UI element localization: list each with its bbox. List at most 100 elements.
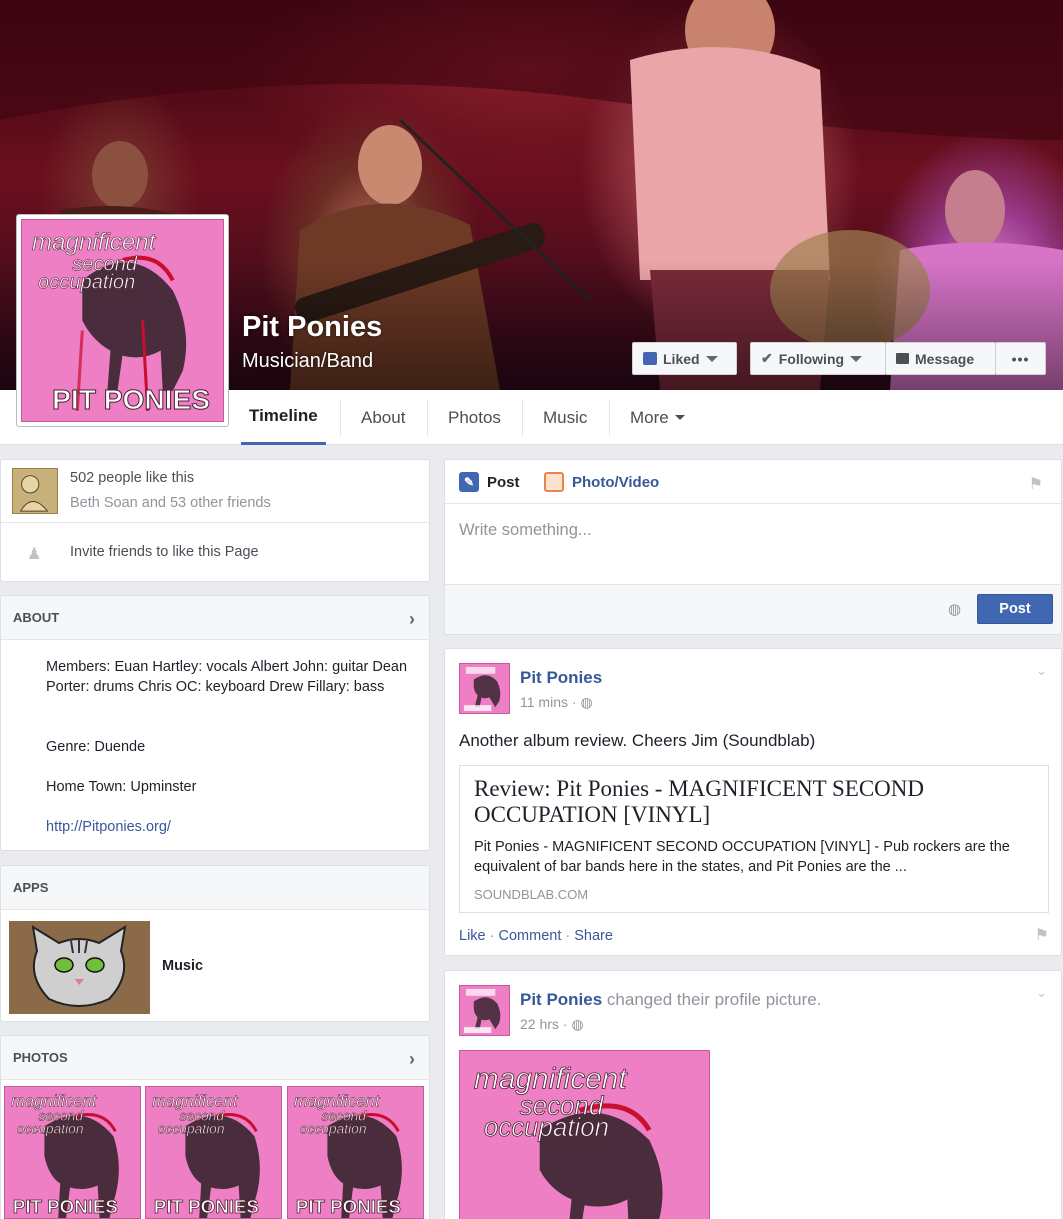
composer-post-tab[interactable]: ✎ Post xyxy=(459,472,520,492)
new-profile-picture[interactable]: magnificent second occupation xyxy=(459,1050,710,1219)
more-dots-icon: ••• xyxy=(1011,350,1030,367)
link-preview[interactable]: Review: Pit Ponies - MAGNIFICENT SECOND … xyxy=(459,765,1049,913)
like-count[interactable]: 502 people like this xyxy=(70,470,194,486)
members-text: Members: Euan Hartley: vocals Albert Joh… xyxy=(46,659,408,695)
album-line3: occupation xyxy=(484,1114,609,1142)
page-category[interactable]: Musician/Band xyxy=(242,350,373,373)
following-button[interactable]: ✔ Following xyxy=(750,342,886,375)
flag-icon[interactable]: ⚑ xyxy=(1029,474,1043,494)
share-link[interactable]: Share xyxy=(574,928,613,944)
photo-icon xyxy=(544,472,564,492)
friends-like-text[interactable]: Beth Soan and 53 other friends xyxy=(70,495,271,511)
tab-more-label: More xyxy=(630,407,669,427)
chevron-down-icon[interactable]: ⌄ xyxy=(1036,985,1047,1001)
album-art: magnificent second occupation PIT PONIES xyxy=(21,219,224,422)
cat-icon xyxy=(9,921,150,1014)
thumbs-up-icon xyxy=(643,352,657,365)
website-link[interactable]: http://Pitponies.org/ xyxy=(46,819,171,835)
apps-title: APPS xyxy=(13,880,49,895)
chevron-down-icon[interactable]: ⌄ xyxy=(1036,663,1047,679)
about-website: ◍ http://Pitponies.org/ xyxy=(1,817,171,837)
post-text: Another album review. Cheers Jim (Soundb… xyxy=(459,731,816,750)
chevron-right-icon[interactable]: › xyxy=(409,1049,415,1070)
message-button[interactable]: Message xyxy=(885,342,996,375)
profile-picture[interactable]: magnificent second occupation PIT PONIES xyxy=(16,214,229,427)
photo-thumbnail[interactable]: magnificent second occupation PIT PONIES xyxy=(4,1086,141,1219)
photo-tab-label: Photo/Video xyxy=(572,473,660,491)
composer-input[interactable]: Write something... xyxy=(459,521,592,540)
about-genre: i Genre: Duende xyxy=(1,737,145,757)
like-link[interactable]: Like xyxy=(459,928,486,944)
photo-thumbnail[interactable]: magnificent second occupation PIT PONIES xyxy=(287,1086,424,1219)
post-author-avatar[interactable] xyxy=(459,985,510,1036)
comment-link[interactable]: Comment xyxy=(499,928,562,944)
composer-photo-tab[interactable]: Photo/Video xyxy=(544,472,659,492)
tab-about[interactable]: About xyxy=(353,390,413,445)
album-band: PIT PONIES xyxy=(52,384,210,415)
album-band: PIT PONIES xyxy=(154,1196,259,1217)
globe-icon: ◍ xyxy=(571,1016,584,1032)
flag-icon[interactable]: ⚑ xyxy=(1035,925,1049,945)
album-line3: occupation xyxy=(158,1121,225,1136)
album-line3: occupation xyxy=(17,1121,84,1136)
post-card: Pit Ponies changed their profile picture… xyxy=(444,970,1062,1219)
photos-title: PHOTOS xyxy=(13,1050,68,1065)
post-tab-label: Post xyxy=(487,473,520,491)
post-time: 11 mins xyxy=(520,694,568,710)
globe-icon: ◍ xyxy=(580,694,593,710)
liked-button[interactable]: Liked xyxy=(632,342,737,375)
message-label: Message xyxy=(915,350,975,367)
music-app-thumbnail[interactable] xyxy=(9,921,150,1014)
tab-more[interactable]: More xyxy=(622,390,693,445)
tab-timeline[interactable]: Timeline xyxy=(241,390,326,445)
friend-avatar[interactable] xyxy=(12,468,58,514)
hometown-text: Home Town: Upminster xyxy=(46,779,197,795)
post-time: 22 hrs xyxy=(520,1016,559,1032)
invite-friends-link[interactable]: Invite friends to like this Page xyxy=(70,544,259,560)
about-header[interactable]: ABOUT › xyxy=(1,596,429,640)
post-timestamp[interactable]: 11 mins · ◍ xyxy=(520,694,593,711)
following-label: Following xyxy=(778,350,845,367)
tab-photos[interactable]: Photos xyxy=(440,390,509,445)
post-author-name[interactable]: Pit Ponies xyxy=(520,990,602,1009)
audience-globe-icon[interactable]: ◍ xyxy=(948,600,961,618)
apps-card: APPS Music xyxy=(0,865,430,1022)
chevron-down-icon xyxy=(850,355,863,362)
chevron-down-icon xyxy=(705,355,718,362)
apps-header: APPS xyxy=(1,866,429,910)
post-timestamp[interactable]: 22 hrs · ◍ xyxy=(520,1016,584,1033)
likes-card: 502 people like this Beth Soan and 53 ot… xyxy=(0,459,430,582)
more-options-button[interactable]: ••• xyxy=(995,342,1046,375)
chevron-down-icon xyxy=(674,415,685,420)
page-title[interactable]: Pit Ponies xyxy=(242,311,382,344)
post-actions: Like · Comment · Share xyxy=(459,928,613,944)
checkmark-icon: ✔ xyxy=(761,350,773,366)
link-title: Review: Pit Ponies - MAGNIFICENT SECOND … xyxy=(474,776,925,827)
about-hometown: ⌂ Home Town: Upminster xyxy=(1,777,196,797)
about-title: ABOUT xyxy=(13,610,60,625)
link-domain: SOUNDBLAB.COM xyxy=(474,887,589,902)
photos-header[interactable]: PHOTOS › xyxy=(1,1036,429,1080)
about-members: ★ Members: Euan Hartley: vocals Albert J… xyxy=(1,657,411,697)
post-headline: Pit Ponies changed their profile picture… xyxy=(520,990,821,1010)
link-description: Pit Ponies - MAGNIFICENT SECOND OCCUPATI… xyxy=(474,839,1010,875)
album-line1: magnificent xyxy=(32,229,157,256)
chevron-right-icon[interactable]: › xyxy=(409,609,415,630)
add-friend-icon: ♟ xyxy=(27,546,42,563)
music-app-label[interactable]: Music xyxy=(162,958,203,974)
album-line3: occupation xyxy=(38,271,135,293)
album-band: PIT PONIES xyxy=(296,1196,401,1217)
post-author-name[interactable]: Pit Ponies xyxy=(520,668,602,688)
post-button[interactable]: Post xyxy=(977,594,1053,624)
message-icon xyxy=(896,353,909,364)
liked-label: Liked xyxy=(663,350,700,367)
genre-text: Genre: Duende xyxy=(46,739,146,755)
composer-card: ✎ Post Photo/Video ⚑ Write something... … xyxy=(444,459,1062,635)
post-author-avatar[interactable] xyxy=(459,663,510,714)
photo-thumbnail[interactable]: magnificent second occupation PIT PONIES xyxy=(145,1086,282,1219)
post-card: Pit Ponies 11 mins · ◍ ⌄ Another album r… xyxy=(444,648,1062,956)
album-line3: occupation xyxy=(300,1121,367,1136)
tab-music[interactable]: Music xyxy=(535,390,595,445)
album-line1: magnificent xyxy=(474,1063,628,1096)
about-card: ABOUT › ★ Members: Euan Hartley: vocals … xyxy=(0,595,430,851)
